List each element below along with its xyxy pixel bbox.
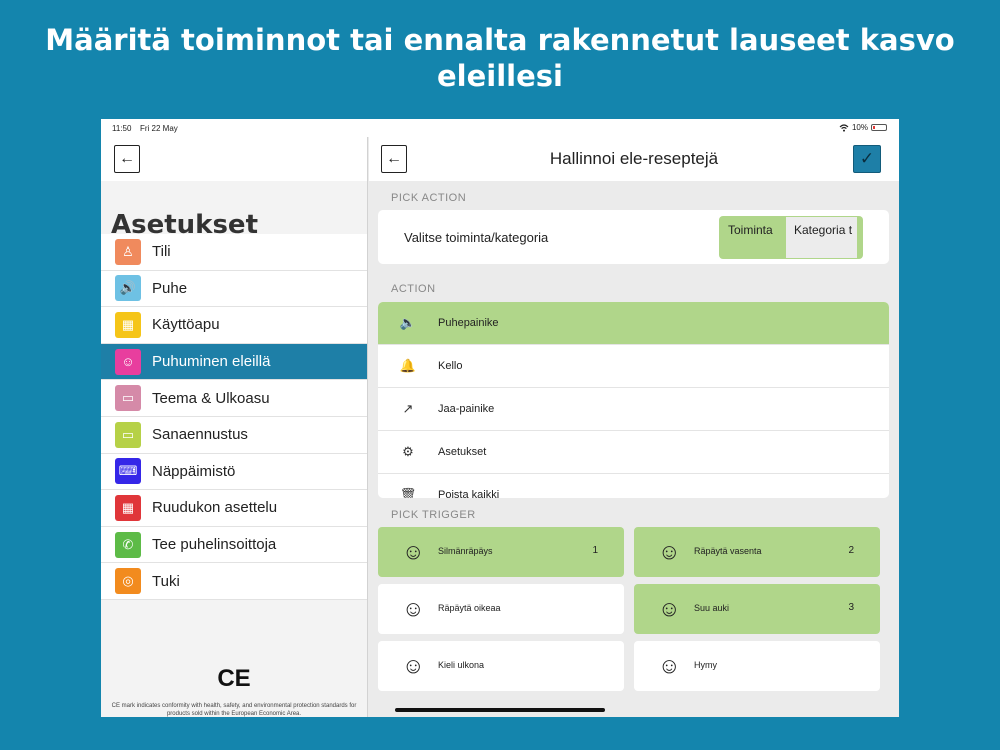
action-item-label: Jaa-painike bbox=[438, 403, 495, 415]
sidebar-item-label: Käyttöapu bbox=[152, 316, 220, 334]
sidebar-item[interactable]: ♙ Tili bbox=[101, 234, 367, 271]
wink-right-face-icon: ☺ bbox=[402, 596, 425, 621]
prediction-icon: ▭ bbox=[115, 421, 141, 448]
trash-icon: 🗑 bbox=[399, 487, 417, 498]
main-panel: ← Hallinnoi ele-reseptejä ✓ PICK ACTION … bbox=[369, 137, 899, 717]
mouth-open-face-icon: ☺ bbox=[658, 596, 681, 621]
page-title: Hallinnoi ele-reseptejä bbox=[549, 149, 719, 168]
share-arrow-icon: ↗ bbox=[402, 401, 414, 416]
sidebar-item[interactable]: ▦ Käyttöapu bbox=[101, 307, 367, 344]
home-indicator bbox=[395, 708, 605, 712]
headline: Määritä toiminnot tai ennalta rakennetut… bbox=[0, 22, 1000, 94]
action-item-label: Puhepainike bbox=[438, 317, 499, 329]
sidebar-item-label: Tee puhelinsoittoja bbox=[152, 536, 277, 554]
theme-icon: ▭ bbox=[115, 385, 141, 412]
action-item-label: Poista kaikki bbox=[438, 489, 500, 498]
sidebar-item-label: Sanaennustus bbox=[152, 426, 248, 444]
sidebar-item[interactable]: ▦ Ruudukon asettelu bbox=[101, 490, 367, 527]
lifebuoy-icon: ◎ bbox=[115, 568, 141, 595]
back-arrow-icon: ← bbox=[119, 150, 135, 167]
ce-mark-logo: CE bbox=[217, 665, 251, 692]
headline-line-1: Määritä toiminnot tai ennalta rakennetut… bbox=[45, 23, 955, 57]
sidebar-item[interactable]: ▭ Teema & Ulkoasu bbox=[101, 380, 367, 417]
settings-list: ♙ Tili 🔊 Puhe ▦ Käyttöapu ☺ Puhuminen eleillä ▭ T… bbox=[101, 234, 367, 600]
sidebar-item-label: Ruudukon asettelu bbox=[152, 499, 278, 517]
keyboard-icon: ⌨ bbox=[115, 458, 141, 485]
sidebar-back-button[interactable]: ← bbox=[114, 145, 140, 173]
blink-face-icon: ☺ bbox=[402, 539, 425, 564]
tablet-screen: 11:50 Fri 22 May 10% ← Asetukset ♙ Tili 🔊 P… bbox=[101, 119, 899, 717]
trigger-card[interactable]: ☺ Suu auki 3 bbox=[634, 584, 880, 634]
sidebar-item-label: Puhuminen eleillä bbox=[152, 353, 271, 371]
sidebar-item[interactable]: ⌨ Näppäimistö bbox=[101, 453, 367, 491]
sidebar-item[interactable]: ✆ Tee puhelinsoittoja bbox=[101, 526, 367, 564]
action-item-label: Asetukset bbox=[438, 446, 487, 458]
settings-sidebar: ← Asetukset ♙ Tili 🔊 Puhe ▦ Käyttöapu ☺ Puhumin… bbox=[101, 137, 368, 717]
segment-action[interactable]: Toiminta bbox=[719, 216, 785, 259]
pick-trigger-heading: PICK TRIGGER bbox=[391, 509, 476, 521]
sidebar-item-label: Puhe bbox=[152, 279, 188, 297]
status-date: Fri 22 May bbox=[140, 124, 178, 133]
trigger-label: Räpäytä oikeaa bbox=[438, 603, 501, 613]
battery-icon bbox=[871, 124, 887, 131]
confirm-button[interactable]: ✓ bbox=[853, 145, 881, 173]
bell-icon: 🔔 bbox=[399, 358, 417, 373]
trigger-card[interactable]: ☺ Kieli ulkona bbox=[378, 641, 624, 691]
sidebar-header: ← bbox=[101, 137, 367, 181]
action-item[interactable]: 🔔 Kello bbox=[378, 345, 889, 388]
sidebar-item[interactable]: 🔊 Puhe bbox=[101, 270, 367, 308]
sidebar-item-label: Tili bbox=[152, 243, 171, 261]
sidebar-item[interactable]: ◎ Tuki bbox=[101, 563, 367, 600]
wink-left-face-icon: ☺ bbox=[658, 539, 681, 564]
smile-face-icon: ☺ bbox=[658, 653, 681, 678]
trigger-label: Silmänräpäys bbox=[438, 546, 493, 556]
status-right: 10% bbox=[839, 123, 887, 132]
action-item[interactable]: 🔈 Puhepainike bbox=[378, 302, 889, 345]
segment-category[interactable]: Kategoria t bbox=[786, 217, 857, 258]
action-item[interactable]: ↗ Jaa-painike bbox=[378, 388, 889, 431]
sidebar-item-label: Tuki bbox=[152, 572, 180, 590]
trigger-order-badge: 2 bbox=[848, 545, 854, 556]
action-item[interactable]: 🗑 Poista kaikki bbox=[378, 474, 889, 498]
face-icon: ☺ bbox=[115, 348, 141, 375]
pick-action-heading: PICK ACTION bbox=[391, 192, 467, 204]
sidebar-item[interactable]: ☺ Puhuminen eleillä bbox=[101, 343, 367, 381]
action-item-label: Kello bbox=[438, 360, 463, 372]
trigger-card[interactable]: ☺ Silmänräpäys 1 bbox=[378, 527, 624, 577]
trigger-label: Hymy bbox=[694, 660, 717, 670]
trigger-card[interactable]: ☺ Räpäytä oikeaa bbox=[378, 584, 624, 634]
wifi-icon bbox=[839, 123, 849, 132]
action-item[interactable]: ⚙ Asetukset bbox=[378, 431, 889, 474]
speaker-icon: 🔊 bbox=[115, 275, 141, 302]
phone-icon: ✆ bbox=[115, 531, 141, 558]
headline-line-2: eleillesi bbox=[437, 59, 563, 93]
battery-percent: 10% bbox=[851, 123, 868, 132]
trigger-card[interactable]: ☺ Räpäytä vasenta 2 bbox=[634, 527, 880, 577]
trigger-order-badge: 1 bbox=[592, 545, 598, 556]
pick-action-card: Valitse toiminta/kategoria Toiminta Kate… bbox=[378, 210, 889, 264]
grid-icon: ▦ bbox=[115, 494, 141, 521]
tongue-out-face-icon: ☺ bbox=[402, 653, 425, 678]
sidebar-item-label: Näppäimistö bbox=[152, 462, 236, 480]
pick-action-prompt: Valitse toiminta/kategoria bbox=[404, 230, 549, 245]
trigger-label: Kieli ulkona bbox=[438, 660, 485, 670]
status-time: 11:50 bbox=[112, 124, 132, 133]
main-header: ← Hallinnoi ele-reseptejä ✓ bbox=[369, 137, 899, 181]
keypad-icon: ▦ bbox=[115, 311, 141, 338]
gear-icon: ⚙ bbox=[402, 444, 414, 459]
checkmark-icon: ✓ bbox=[859, 149, 875, 168]
action-category-toggle: Toiminta Kategoria t bbox=[719, 216, 863, 259]
action-heading: ACTION bbox=[391, 283, 436, 295]
trigger-label: Suu auki bbox=[694, 603, 730, 613]
speaker-icon: 🔈 bbox=[399, 315, 417, 330]
person-icon: ♙ bbox=[115, 238, 141, 265]
trigger-label: Räpäytä vasenta bbox=[694, 546, 762, 556]
sidebar-item-label: Teema & Ulkoasu bbox=[152, 389, 270, 407]
action-list: 🔈 Puhepainike 🔔 Kello ↗ Jaa-painike ⚙ Asetukset… bbox=[378, 302, 889, 498]
ce-mark-text: CE mark indicates conformity with health… bbox=[111, 703, 357, 717]
trigger-card[interactable]: ☺ Hymy bbox=[634, 641, 880, 691]
trigger-order-badge: 3 bbox=[848, 602, 854, 613]
status-bar: 11:50 Fri 22 May 10% bbox=[101, 119, 899, 137]
sidebar-item[interactable]: ▭ Sanaennustus bbox=[101, 416, 367, 454]
